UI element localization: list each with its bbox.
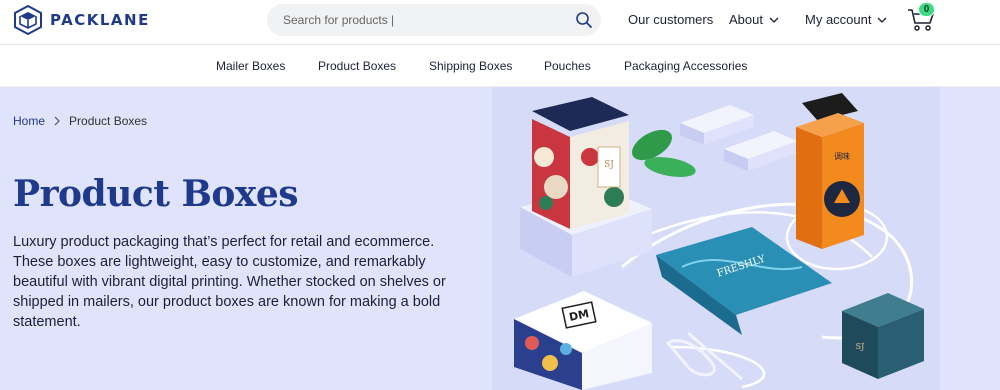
site-header: PACKLANE Our customers About My account … [0,0,1000,44]
breadcrumb-home[interactable]: Home [13,114,45,128]
product-boxes-hero-image: SJ 调味 FRESHLY DM SJ [492,87,940,390]
floral-product-box: SJ [532,97,629,229]
category-pouches[interactable]: Pouches [544,59,591,73]
search-icon[interactable] [575,11,593,29]
category-packaging-accessories[interactable]: Packaging Accessories [624,59,747,73]
search-input[interactable] [283,13,563,27]
hero-section: Home Product Boxes Product Boxes Luxury … [0,87,1000,390]
cube-monogram: SJ [856,342,865,351]
nav-about-label: About [729,12,763,27]
box-monogram: SJ [604,160,614,170]
nav-my-account-label: My account [805,12,872,27]
category-mailer-boxes[interactable]: Mailer Boxes [216,59,285,73]
page-description: Luxury product packaging that’s perfect … [13,234,446,330]
breadcrumb: Home Product Boxes [13,114,147,128]
category-nav: Mailer Boxes Product Boxes Shipping Boxe… [0,44,1000,86]
category-product-boxes[interactable]: Product Boxes [318,59,396,73]
breadcrumb-current: Product Boxes [69,114,148,128]
nav-my-account[interactable]: My account [805,12,887,27]
orange-box-label: 调味 [834,151,850,161]
brand-logo[interactable]: PACKLANE [12,4,150,36]
nav-our-customers-label: Our customers [628,12,714,27]
cart-count-badge: 0 [918,2,935,17]
page-title: Product Boxes [13,173,299,215]
chevron-down-icon [878,17,887,23]
logo-box-icon [14,4,42,36]
chevron-down-icon [769,17,779,23]
brand-name: PACKLANE [50,11,150,29]
nav-our-customers[interactable]: Our customers [628,12,713,27]
nav-about[interactable]: About [729,12,779,27]
search-bar [267,4,601,36]
chevron-right-icon [54,116,60,126]
category-shipping-boxes[interactable]: Shipping Boxes [429,59,512,73]
